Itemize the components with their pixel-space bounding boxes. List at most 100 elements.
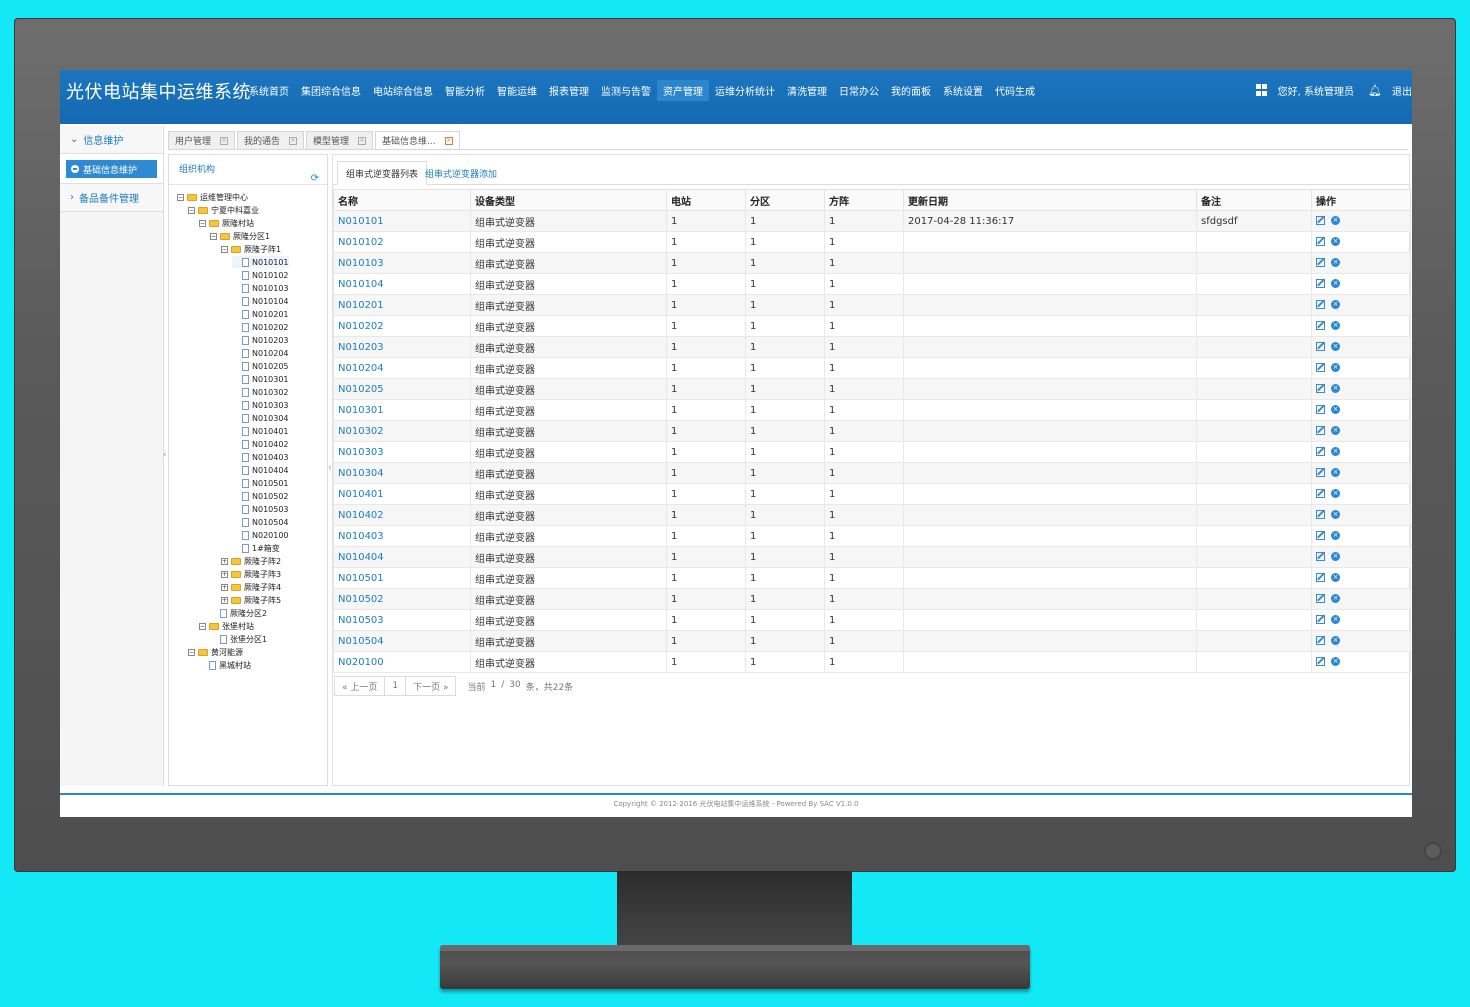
tree-node[interactable]: N020100 [232,529,289,541]
delete-icon[interactable]: × [1331,426,1340,435]
collapse-toggle-icon[interactable]: − [199,622,206,630]
table-row[interactable]: N010502 组串式逆变器 1 1 1 × [333,588,1411,610]
tree-node[interactable]: + 厥隆子阵2 [221,555,281,567]
delete-icon[interactable]: × [1331,573,1340,582]
table-row[interactable]: N010302 组串式逆变器 1 1 1 × [333,420,1411,442]
edit-icon[interactable] [1316,447,1325,456]
table-row[interactable]: N010401 组串式逆变器 1 1 1 × [333,483,1411,505]
nav-item[interactable]: 日常办公 [833,80,885,101]
tree-node[interactable]: N010301 [232,373,289,385]
delete-icon[interactable]: × [1331,531,1340,540]
device-name-link[interactable]: N010304 [333,462,471,484]
column-header[interactable]: 设备类型 [470,189,667,211]
tree-node[interactable]: N010502 [232,490,289,502]
edit-icon[interactable] [1316,636,1325,645]
nav-item[interactable]: 运维分析统计 [709,80,781,101]
table-row[interactable]: N010403 组串式逆变器 1 1 1 × [333,525,1411,547]
table-row[interactable]: N010103 组串式逆变器 1 1 1 × [333,252,1411,274]
next-page-button[interactable]: 下一页 » [405,676,457,696]
tree-node[interactable]: N010302 [232,386,289,398]
device-name-link[interactable]: N010205 [333,378,471,400]
device-name-link[interactable]: N010104 [333,273,471,295]
device-name-link[interactable]: N010201 [333,294,471,316]
delete-icon[interactable]: × [1331,279,1340,288]
delete-icon[interactable]: × [1331,363,1340,372]
column-header[interactable]: 备注 [1196,189,1312,211]
delete-icon[interactable]: × [1331,636,1340,645]
tree-node[interactable]: N010204 [232,347,289,359]
tree-node[interactable]: − 黄河能源 [188,646,243,658]
logout-link[interactable]: 退出 [1392,83,1412,98]
nav-item[interactable]: 我的面板 [885,80,937,101]
tree-node[interactable]: N010203 [232,334,289,346]
sidebar-collapse-handle[interactable]: ‹ [163,450,167,460]
device-name-link[interactable]: N010504 [333,630,471,652]
sidebar-section-info-maintenance[interactable]: ⌄ 信息维护 [60,126,163,154]
tab-inverter-list[interactable]: 组串式逆变器列表 [337,161,428,185]
nav-item[interactable]: 监测与告警 [595,80,657,101]
close-icon[interactable]: × [358,136,367,145]
nav-item[interactable]: 智能运维 [491,80,543,101]
edit-icon[interactable] [1316,531,1325,540]
table-row[interactable]: N010201 组串式逆变器 1 1 1 × [333,294,1411,316]
delete-icon[interactable]: × [1331,342,1340,351]
delete-icon[interactable]: × [1331,489,1340,498]
user-greeting[interactable]: 您好, 系统管理员 [1278,83,1354,98]
edit-icon[interactable] [1316,384,1325,393]
tree-node[interactable]: N010402 [232,438,289,450]
tree-node[interactable]: N010401 [232,425,289,437]
tree-node[interactable]: − 运维管理中心 [177,191,248,203]
tree-node[interactable]: N010404 [232,464,289,476]
collapse-toggle-icon[interactable]: − [210,232,217,240]
collapse-toggle-icon[interactable]: − [177,193,184,201]
tree-node[interactable]: N010103 [232,282,289,294]
tree-node[interactable]: N010102 [232,269,289,281]
table-row[interactable]: N010402 组串式逆变器 1 1 1 × [333,504,1411,526]
tree-node[interactable]: N010501 [232,477,289,489]
delete-icon[interactable]: × [1331,321,1340,330]
nav-item[interactable]: 清洗管理 [781,80,833,101]
prev-page-button[interactable]: « 上一页 [334,676,386,696]
device-name-link[interactable]: N010501 [333,567,471,589]
device-name-link[interactable]: N010204 [333,357,471,379]
tree-node[interactable]: N010201 [232,308,289,320]
table-row[interactable]: N010301 组串式逆变器 1 1 1 × [333,399,1411,421]
tree-node[interactable]: − 宁夏中科嘉业 [188,204,259,216]
device-name-link[interactable]: N010403 [333,525,471,547]
edit-icon[interactable] [1316,216,1325,225]
expand-toggle-icon[interactable]: + [221,596,228,604]
tree-node[interactable]: 厥隆分区2 [210,607,267,619]
bell-icon[interactable]: 🔔︎ [1368,84,1382,97]
device-name-link[interactable]: N010102 [333,231,471,253]
edit-icon[interactable] [1316,594,1325,603]
tree-node[interactable]: + 厥隆子阵5 [221,594,281,606]
table-row[interactable]: N010204 组串式逆变器 1 1 1 × [333,357,1411,379]
delete-icon[interactable]: × [1331,405,1340,414]
nav-item[interactable]: 集团综合信息 [295,80,367,101]
table-row[interactable]: N010203 组串式逆变器 1 1 1 × [333,336,1411,358]
tree-node[interactable]: − 厥隆分区1 [210,230,270,242]
delete-icon[interactable]: × [1331,468,1340,477]
device-name-link[interactable]: N020100 [333,651,471,673]
column-header[interactable]: 操作 [1311,189,1411,211]
close-icon[interactable]: × [220,136,229,145]
table-row[interactable]: N010101 组串式逆变器 1 1 1 2017-04-28 11:36:17 sfdgs… [333,210,1411,232]
column-header[interactable]: 分区 [745,189,825,211]
edit-icon[interactable] [1316,468,1325,477]
expand-toggle-icon[interactable]: + [221,570,228,578]
nav-item[interactable]: 系统首页 [243,80,295,101]
pager-page-size[interactable]: 30 [509,680,520,693]
edit-icon[interactable] [1316,426,1325,435]
refresh-icon[interactable]: ⟳ [311,173,319,184]
tree-node[interactable]: 1#箱变 [232,542,280,554]
table-row[interactable]: N010102 组串式逆变器 1 1 1 × [333,231,1411,253]
tree-node[interactable]: N010104 [232,295,289,307]
device-name-link[interactable]: N010103 [333,252,471,274]
delete-icon[interactable]: × [1331,552,1340,561]
delete-icon[interactable]: × [1331,615,1340,624]
tree-node[interactable]: − 张堡村站 [199,620,254,632]
delete-icon[interactable]: × [1331,258,1340,267]
collapse-toggle-icon[interactable]: − [188,648,195,656]
edit-icon[interactable] [1316,573,1325,582]
edit-icon[interactable] [1316,300,1325,309]
